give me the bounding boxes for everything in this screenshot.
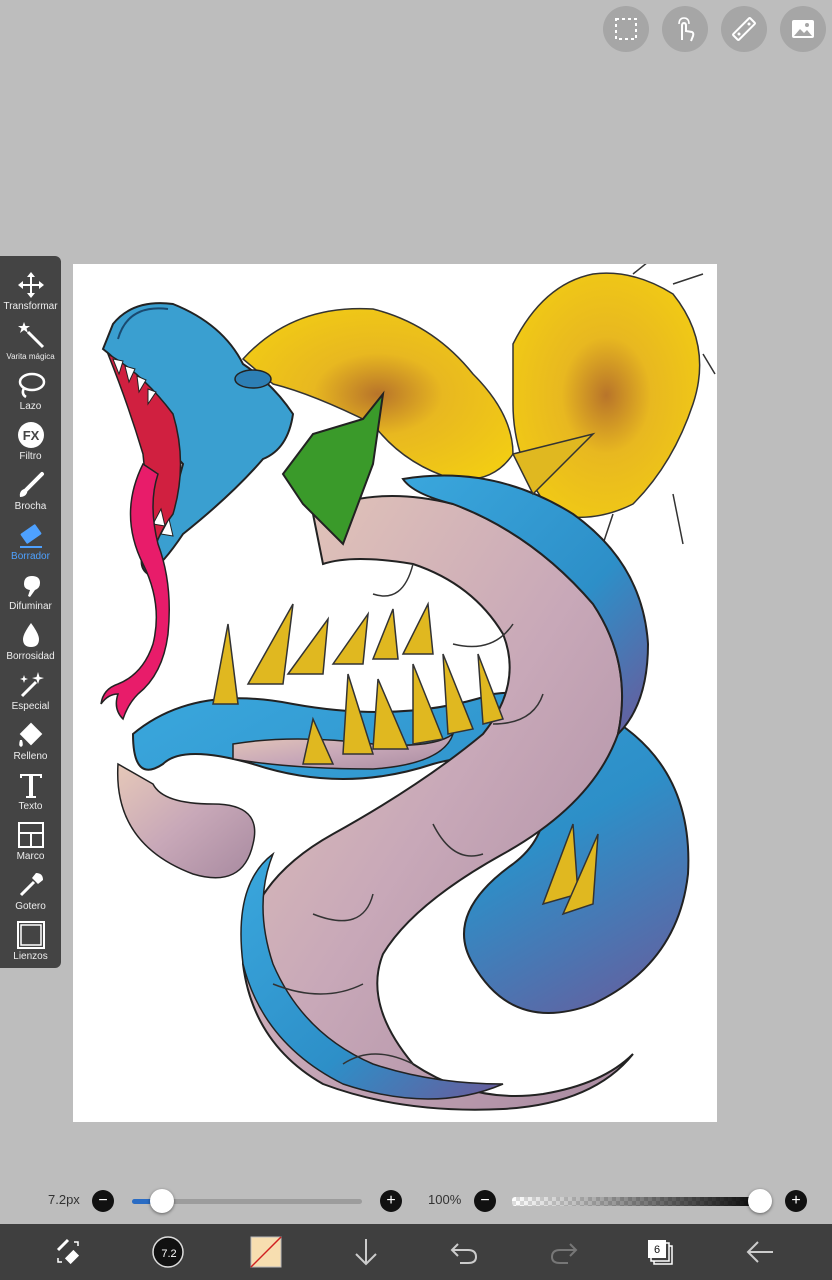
fx-icon: FX [15,419,47,451]
swap-tool-icon[interactable] [48,1232,88,1272]
tool-label: Brocha [14,501,47,512]
tool-label: Varita mágica [6,352,55,361]
eyedropper-icon [15,869,47,901]
tool-label: Lazo [19,401,42,412]
opacity-minus-button[interactable]: − [474,1190,496,1212]
sparkle-icon [15,669,47,701]
tool-eraser[interactable]: Borrador [0,512,61,562]
layers-icon[interactable]: 6 [640,1232,680,1272]
top-toolbar [603,6,826,52]
tool-label: Borrador [11,551,50,562]
brush-size-knob[interactable] [150,1189,174,1213]
svg-text:FX: FX [22,428,39,443]
tool-transform[interactable]: Transformar [0,262,61,312]
slider-row: 7.2px − + 100% − + [0,1186,832,1216]
tool-eyedropper[interactable]: Gotero [0,862,61,912]
download-icon[interactable] [346,1232,386,1272]
tool-magic-wand[interactable]: Varita mágica [0,312,61,362]
tool-label: Transformar [3,301,58,312]
brush-size-plus-button[interactable]: + [380,1190,402,1212]
drawing-canvas[interactable] [73,264,717,1122]
tool-label: Relleno [13,751,48,762]
opacity-track[interactable] [512,1197,768,1206]
tool-smudge[interactable]: Difuminar [0,562,61,612]
magic-wand-icon [15,319,47,351]
tool-blur[interactable]: Borrosidad [0,612,61,662]
ruler-icon[interactable] [721,6,767,52]
tool-panel: Transformar Varita mágica Lazo FX Filtro… [0,256,61,968]
tool-canvas[interactable]: Lienzos [0,912,61,962]
lasso-icon [15,369,47,401]
tool-label: Especial [11,701,50,712]
image-icon[interactable] [780,6,826,52]
move-icon [15,269,47,301]
color-swatch-icon[interactable] [246,1232,286,1272]
gesture-icon[interactable] [662,6,708,52]
layers-count: 6 [654,1244,660,1256]
tool-label: Borrosidad [6,651,55,662]
opacity-knob[interactable] [748,1189,772,1213]
undo-icon[interactable] [444,1232,484,1272]
dragon-artwork [100,264,716,1111]
tool-label: Gotero [15,901,46,912]
redo-icon[interactable] [544,1232,584,1272]
tool-label: Texto [18,801,43,812]
opacity-value: 100% [428,1192,462,1207]
opacity-plus-button[interactable]: + [785,1190,807,1212]
tool-label: Marco [16,851,45,862]
brush-size-value: 7.2px [48,1192,80,1207]
tool-label: Lienzos [13,951,48,962]
tool-fill[interactable]: Relleno [0,712,61,762]
brush-icon [15,469,47,501]
back-arrow-icon[interactable] [740,1232,780,1272]
tool-label: Filtro [19,451,42,462]
canvas-icon [15,919,47,951]
brush-size-badge: 7.2 [161,1248,176,1260]
brush-size-minus-button[interactable]: − [92,1190,114,1212]
tool-filter[interactable]: FX Filtro [0,412,61,462]
tool-label: Difuminar [9,601,52,612]
text-icon [15,769,47,801]
tool-lasso[interactable]: Lazo [0,362,61,412]
frame-icon [15,819,47,851]
bottom-toolbar: 7.2 6 [0,1224,832,1280]
tool-brush[interactable]: Brocha [0,462,61,512]
tool-special[interactable]: Especial [0,662,61,712]
tool-text[interactable]: Texto [0,762,61,812]
fill-bucket-icon [15,719,47,751]
brush-size-icon[interactable]: 7.2 [148,1232,188,1272]
eraser-icon [15,519,47,551]
selection-icon[interactable] [603,6,649,52]
tool-frame[interactable]: Marco [0,812,61,862]
smudge-icon [15,569,47,601]
blur-drop-icon [15,619,47,651]
